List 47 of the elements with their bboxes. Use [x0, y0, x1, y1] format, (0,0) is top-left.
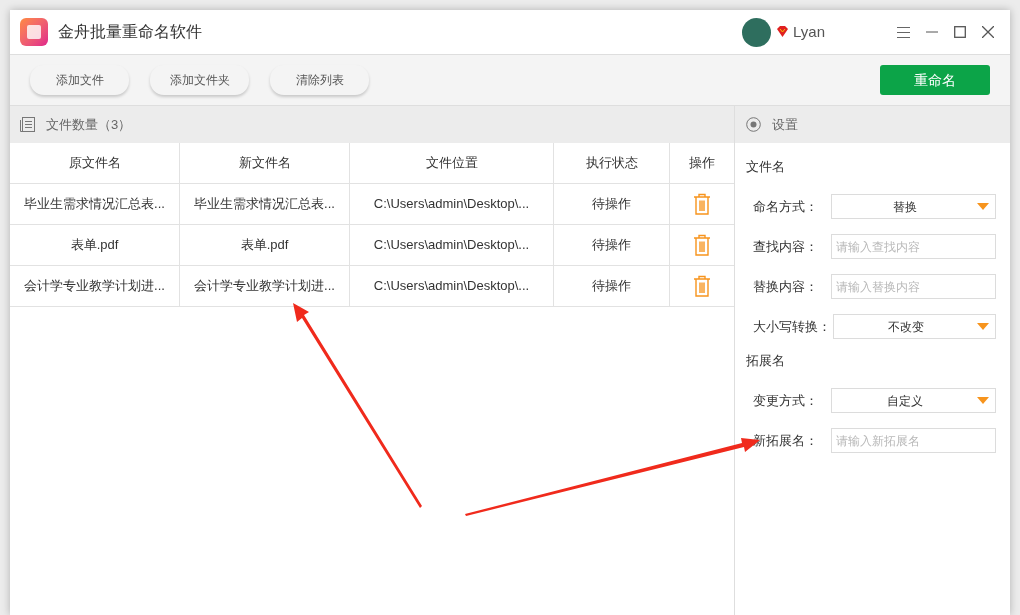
section-title: 文件名: [746, 158, 786, 176]
table-cell: 会计学专业教学计划进...: [10, 266, 180, 306]
window-title: 金舟批量重命名软件: [58, 22, 202, 42]
field-label: 查找内容：: [753, 237, 819, 256]
caret-icon: [977, 203, 989, 210]
radio-icon: [746, 117, 761, 132]
field-label: 大小写转换：: [753, 317, 831, 336]
field-label: 变更方式：: [753, 391, 819, 410]
close-icon[interactable]: [982, 26, 994, 38]
column-header: 原文件名: [10, 143, 180, 183]
caret-icon: [977, 397, 989, 404]
diamond-icon: [776, 26, 789, 38]
toolbar-button[interactable]: 添加文件: [30, 65, 129, 95]
dropdown[interactable]: 替换: [831, 194, 996, 219]
app-logo-icon: [20, 18, 48, 46]
toolbar-button[interactable]: 添加文件夹: [150, 65, 249, 95]
table-cell: 毕业生需求情况汇总表...: [10, 184, 180, 224]
column-header: 操作: [688, 154, 716, 173]
table-cell: 表单.pdf: [10, 225, 180, 265]
list-icon: [20, 117, 35, 132]
field-label: 命名方式：: [753, 197, 819, 216]
settings-title: 设置: [772, 115, 798, 134]
caret-icon: [977, 323, 989, 330]
table-cell: 毕业生需求情况汇总表...: [180, 184, 350, 224]
avatar[interactable]: [742, 17, 771, 47]
table-cell: 待操作: [554, 184, 670, 224]
menu-icon[interactable]: [897, 26, 910, 38]
file-count: 文件数量（3）: [46, 115, 132, 134]
table-cell: C:\Users\admin\Desktop\...: [350, 266, 554, 306]
table-cell: 表单.pdf: [180, 225, 350, 265]
maximize-icon[interactable]: [954, 26, 966, 38]
dropdown[interactable]: 不改变: [833, 314, 996, 339]
table-cell: C:\Users\admin\Desktop\...: [350, 225, 554, 265]
input-field[interactable]: 请输入新拓展名: [831, 428, 996, 453]
table-cell: 待操作: [554, 225, 670, 265]
table-cell: 待操作: [554, 266, 670, 306]
section-title: 拓展名: [746, 352, 786, 370]
column-header: 文件位置: [350, 143, 554, 183]
input-field[interactable]: 请输入替换内容: [831, 274, 996, 299]
column-header: 执行状态: [554, 143, 670, 183]
toolbar-button[interactable]: 清除列表: [270, 65, 369, 95]
user-name[interactable]: Lyan: [793, 20, 825, 44]
column-header: 新文件名: [180, 143, 350, 183]
input-field[interactable]: 请输入查找内容: [831, 234, 996, 259]
dropdown[interactable]: 自定义: [831, 388, 996, 413]
table-cell: C:\Users\admin\Desktop\...: [350, 184, 554, 224]
field-label: 替换内容：: [753, 277, 819, 296]
